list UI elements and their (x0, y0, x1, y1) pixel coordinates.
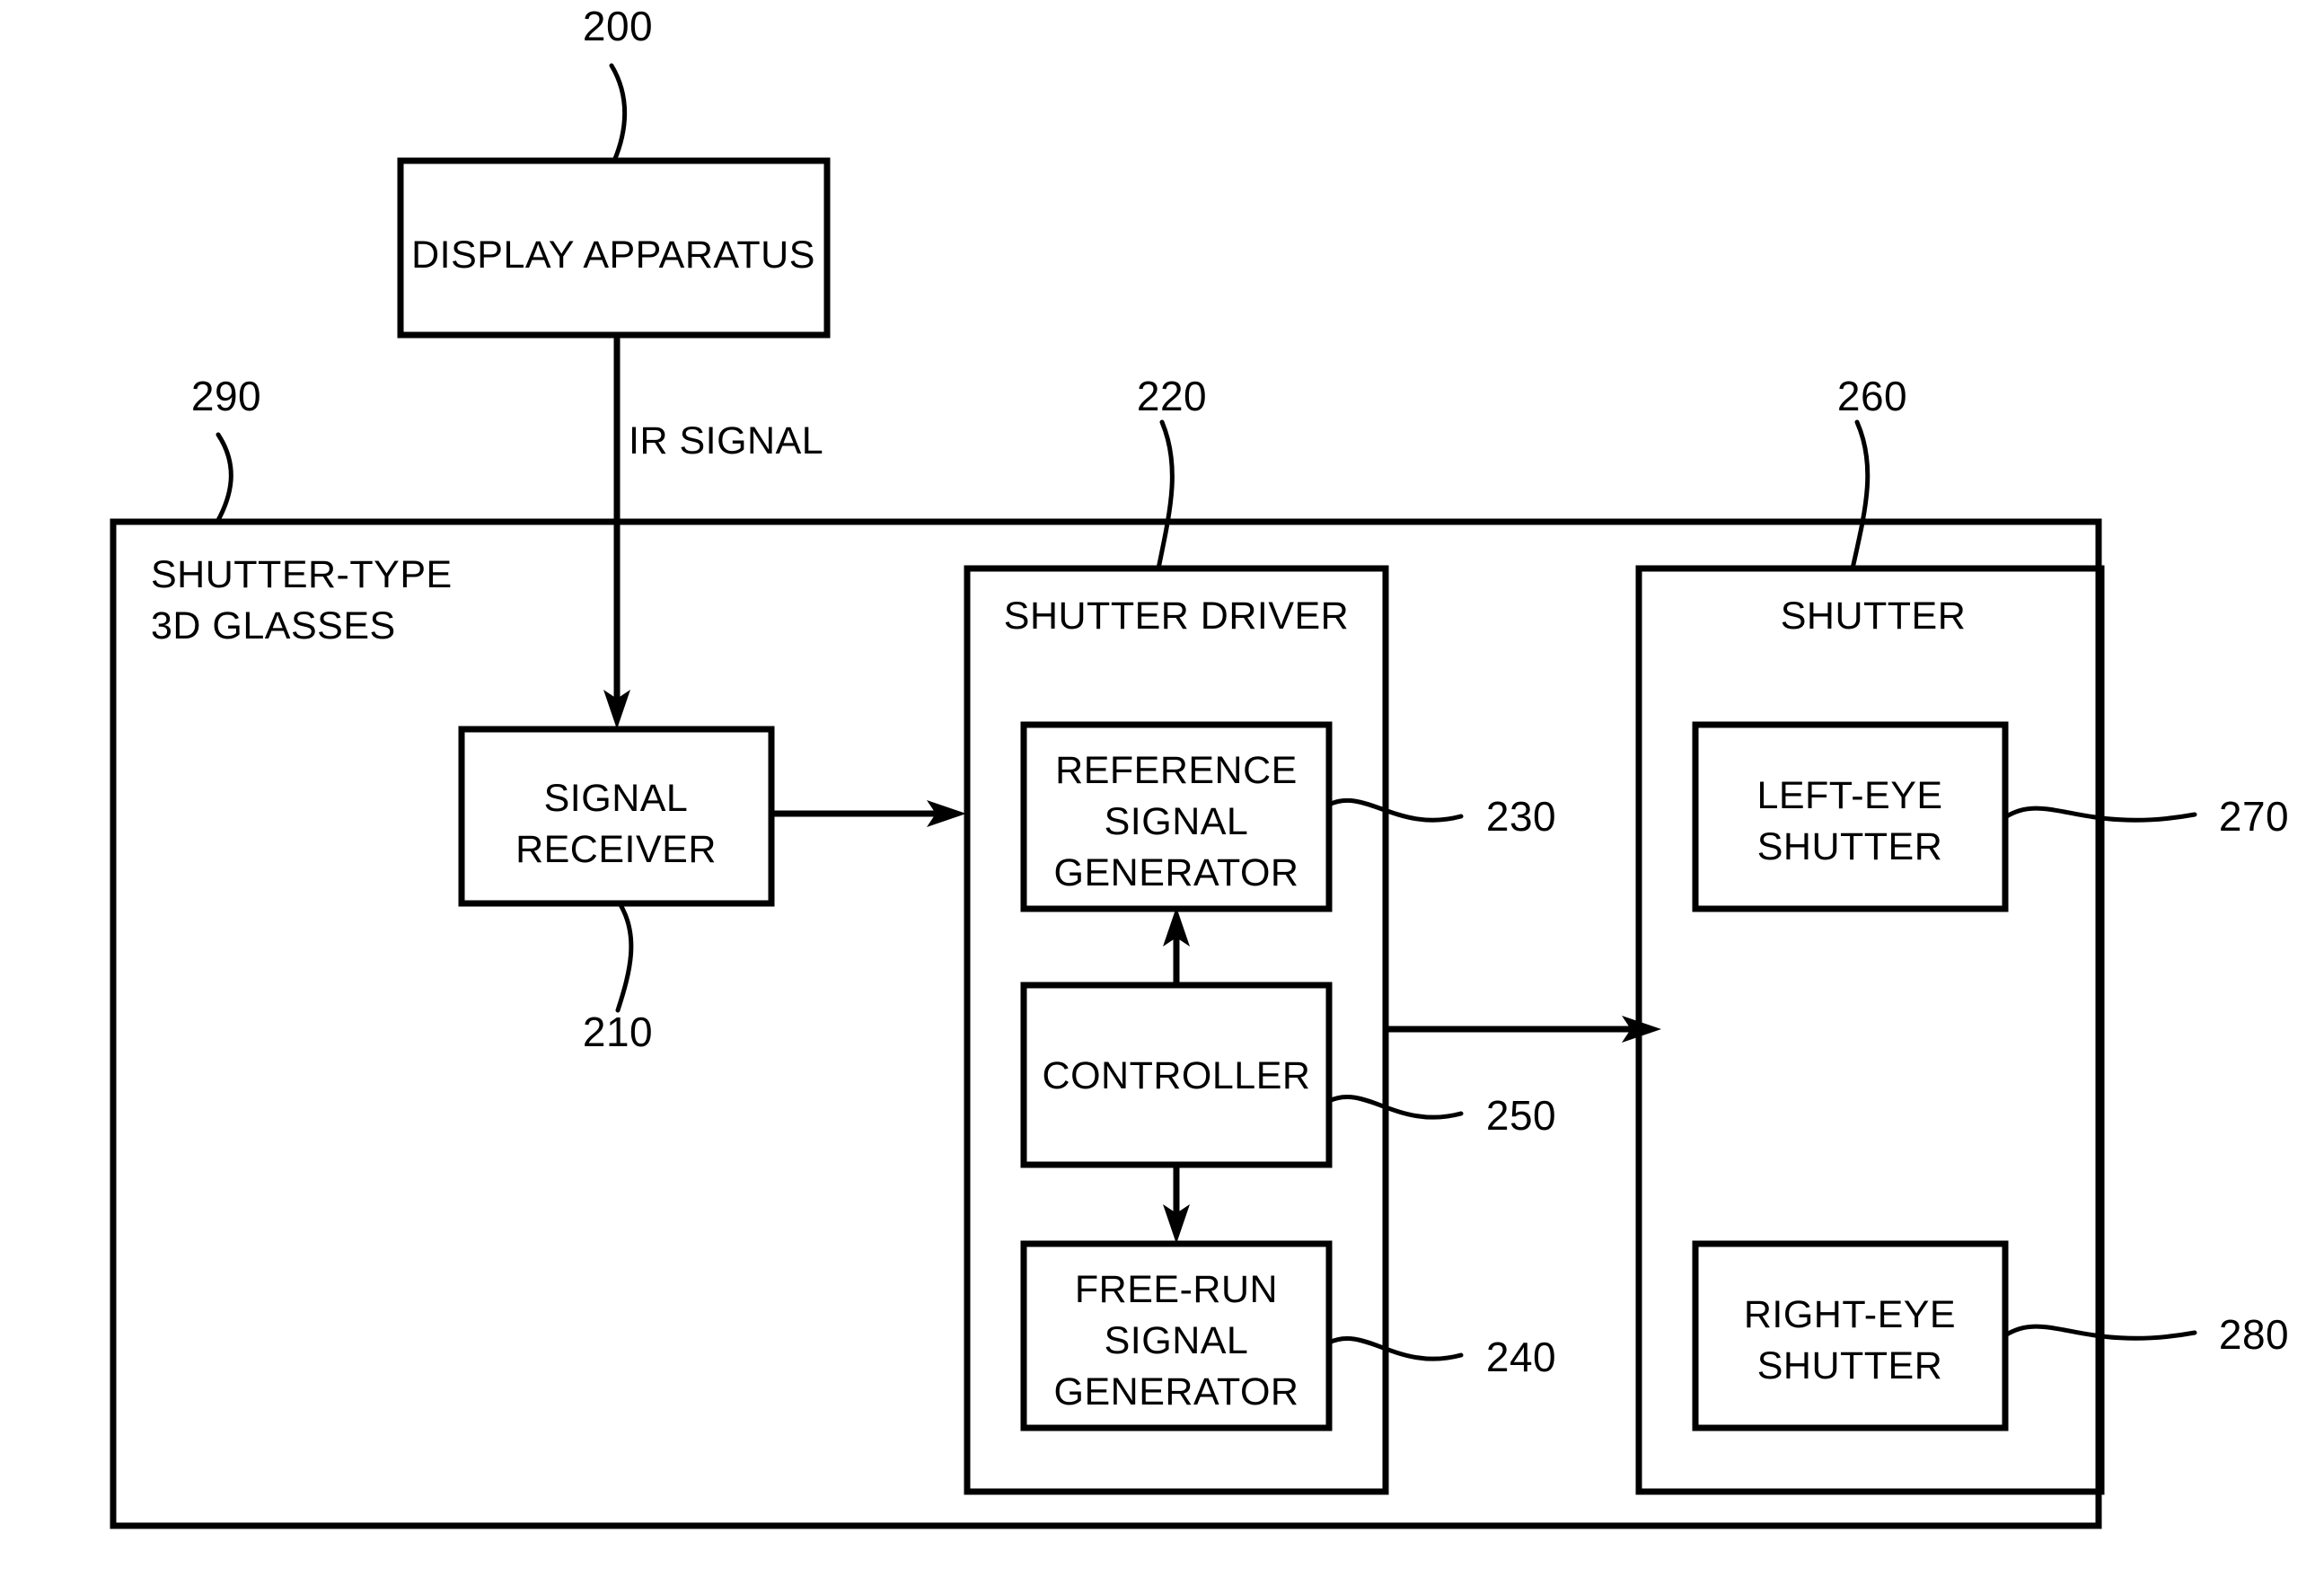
connector-ir-signal: IR SIGNAL (603, 335, 823, 729)
block-display-apparatus: DISPLAY APPARATUS (397, 157, 831, 339)
patent-figure: DISPLAY APPARATUS 200 IR SIGNAL SHUTTER-… (0, 0, 2324, 1594)
ref-callout-240: 240 (1326, 1334, 1556, 1380)
leader-line-210 (615, 901, 634, 1013)
ir-signal-label: IR SIGNAL (629, 419, 823, 462)
leader-line-200 (609, 63, 628, 163)
ref-number-270: 270 (2219, 793, 2289, 840)
ref-callout-280: 280 (2003, 1311, 2289, 1358)
signal-receiver-label-line2: RECEIVER (515, 828, 717, 871)
right-eye-shutter-label-line1: RIGHT-EYE (1744, 1293, 1956, 1336)
ref-callout-220: 220 (1137, 373, 1207, 571)
connector-driver-to-shutter (1386, 1016, 1661, 1043)
leader-line-220 (1156, 419, 1175, 571)
controller-label: CONTROLLER (1043, 1054, 1311, 1097)
leader-line-290 (215, 432, 233, 524)
leader-line-230 (1326, 797, 1464, 823)
leader-line-250 (1326, 1094, 1464, 1120)
block-reference-signal-generator: REFERENCE SIGNAL GENERATOR (1020, 721, 1333, 912)
ref-callout-230: 230 (1326, 793, 1556, 840)
ref-number-290: 290 (191, 373, 261, 419)
free-run-signal-generator-label-line3: GENERATOR (1054, 1370, 1299, 1413)
right-eye-shutter-label-line2: SHUTTER (1757, 1344, 1943, 1387)
block-right-eye-shutter: RIGHT-EYE SHUTTER (1692, 1240, 2009, 1431)
ref-number-240: 240 (1486, 1334, 1556, 1380)
ref-callout-200: 200 (583, 3, 653, 163)
connector-controller-to-reference (1163, 907, 1190, 985)
left-eye-shutter-label-line2: SHUTTER (1757, 825, 1943, 868)
block-free-run-signal-generator: FREE-RUN SIGNAL GENERATOR (1020, 1240, 1333, 1431)
left-eye-shutter-label-line1: LEFT-EYE (1756, 774, 1942, 817)
block-controller: CONTROLLER (1020, 982, 1333, 1168)
display-apparatus-label: DISPLAY APPARATUS (411, 233, 815, 277)
block-signal-receiver: SIGNAL RECEIVER (458, 726, 775, 907)
free-run-signal-generator-label-line1: FREE-RUN (1075, 1268, 1278, 1311)
glasses-label-line1: SHUTTER-TYPE (151, 553, 453, 596)
block-left-eye-shutter: LEFT-EYE SHUTTER (1692, 721, 2009, 912)
signal-receiver-label-line1: SIGNAL (544, 777, 689, 820)
glasses-label-line2: 3D GLASSES (151, 604, 396, 647)
ref-callout-270: 270 (2003, 793, 2289, 840)
ref-number-260: 260 (1837, 373, 1907, 419)
reference-signal-generator-label-line2: SIGNAL (1105, 800, 1249, 843)
ref-number-250: 250 (1486, 1092, 1556, 1139)
leader-line-260 (1850, 419, 1871, 571)
connector-receiver-to-driver (771, 800, 966, 827)
ref-callout-210: 210 (583, 901, 653, 1055)
ref-number-280: 280 (2219, 1311, 2289, 1358)
shutter-driver-label: SHUTTER DRIVER (1004, 594, 1349, 638)
free-run-signal-generator-label-line2: SIGNAL (1105, 1319, 1249, 1362)
ref-callout-260: 260 (1837, 373, 1907, 571)
reference-signal-generator-label-line1: REFERENCE (1055, 749, 1298, 792)
ref-number-210: 210 (583, 1008, 653, 1055)
ref-callout-250: 250 (1326, 1092, 1556, 1139)
ref-number-200: 200 (583, 3, 653, 49)
ref-number-220: 220 (1137, 373, 1207, 419)
connector-controller-to-freerun (1163, 1165, 1190, 1244)
ref-number-230: 230 (1486, 793, 1556, 840)
shutter-label: SHUTTER (1781, 594, 1967, 638)
leader-line-240 (1326, 1335, 1464, 1361)
ref-callout-290: 290 (191, 373, 261, 524)
reference-signal-generator-label-line3: GENERATOR (1054, 851, 1299, 894)
